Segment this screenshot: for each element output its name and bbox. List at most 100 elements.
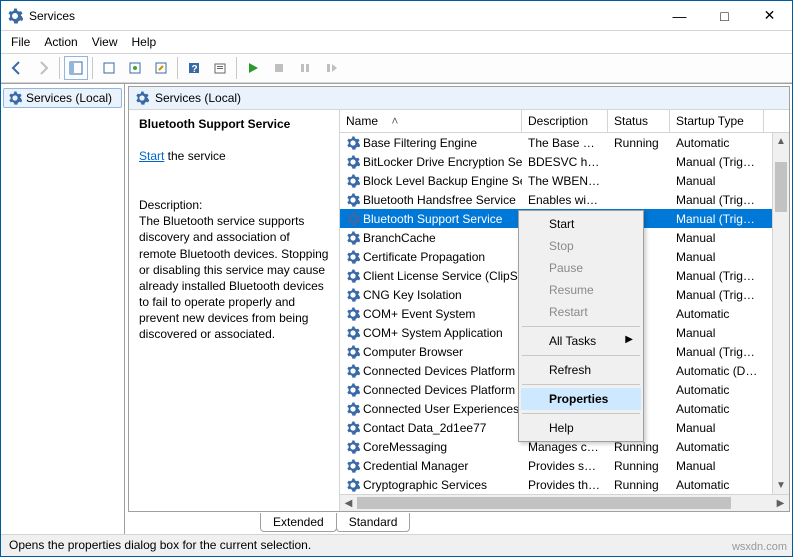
console-tree: Services (Local) xyxy=(1,84,125,534)
horizontal-scrollbar[interactable]: ◀ ▶ xyxy=(340,494,789,511)
service-startup: Manual xyxy=(670,250,764,264)
service-icon xyxy=(346,440,360,454)
ctx-pause: Pause xyxy=(521,257,641,279)
svg-text:?: ? xyxy=(192,64,198,75)
restart-service-button[interactable] xyxy=(319,56,343,80)
help-button[interactable]: ? xyxy=(182,56,206,80)
ctx-help[interactable]: Help xyxy=(521,417,641,439)
nav-label: Services (Local) xyxy=(26,91,112,105)
service-name: Base Filtering Engine xyxy=(363,136,477,150)
service-startup: Automatic xyxy=(670,136,764,150)
service-icon xyxy=(346,383,360,397)
service-name: Block Level Backup Engine Se… xyxy=(363,174,522,188)
refresh-button[interactable] xyxy=(123,56,147,80)
service-icon xyxy=(346,269,360,283)
service-startup: Manual xyxy=(670,421,764,435)
service-name: Connected Devices Platform xyxy=(363,383,515,397)
status-bar: Opens the properties dialog box for the … xyxy=(1,534,792,556)
action-button[interactable] xyxy=(208,56,232,80)
service-icon xyxy=(346,421,360,435)
list-item[interactable]: Credential ManagerProvides se…RunningMan… xyxy=(340,456,789,475)
nav-services-local[interactable]: Services (Local) xyxy=(3,88,122,108)
service-icon xyxy=(346,326,360,340)
column-startup[interactable]: Startup Type xyxy=(670,110,764,132)
column-name[interactable]: Name ˄ xyxy=(340,110,522,132)
start-suffix: the service xyxy=(164,149,225,163)
menu-file[interactable]: File xyxy=(11,35,30,49)
service-desc: The Base Fil… xyxy=(522,136,608,150)
ctx-stop: Stop xyxy=(521,235,641,257)
ctx-properties[interactable]: Properties xyxy=(521,388,641,410)
menu-help[interactable]: Help xyxy=(132,35,157,49)
service-name: CoreMessaging xyxy=(363,440,447,454)
service-name: Bluetooth Support Service xyxy=(363,212,502,226)
column-description[interactable]: Description xyxy=(522,110,608,132)
start-link[interactable]: Start xyxy=(139,149,164,163)
window-title: Services xyxy=(29,9,657,23)
scroll-right-icon[interactable]: ▶ xyxy=(772,498,789,509)
service-name: COM+ System Application xyxy=(363,326,503,340)
service-status: Running xyxy=(608,459,670,473)
ctx-resume: Resume xyxy=(521,279,641,301)
list-header: Name ˄ Description Status Startup Type xyxy=(340,110,789,133)
forward-button[interactable] xyxy=(31,56,55,80)
close-button[interactable]: ✕ xyxy=(747,1,792,30)
service-icon xyxy=(346,307,360,321)
tab-extended[interactable]: Extended xyxy=(260,513,337,532)
service-icon xyxy=(346,212,360,226)
service-name: CNG Key Isolation xyxy=(363,288,462,302)
service-startup: Manual xyxy=(670,326,764,340)
maximize-button[interactable]: □ xyxy=(702,1,747,30)
service-desc: Enables wir… xyxy=(522,193,608,207)
back-button[interactable] xyxy=(5,56,29,80)
service-startup: Manual (Trig… xyxy=(670,269,764,283)
description-label: Description: xyxy=(139,198,202,212)
submenu-arrow-icon: ▶ xyxy=(625,334,633,345)
scroll-left-icon[interactable]: ◀ xyxy=(340,498,357,509)
service-startup: Automatic xyxy=(670,307,764,321)
service-icon xyxy=(346,250,360,264)
list-item[interactable]: BitLocker Drive Encryption Se…BDESVC hos… xyxy=(340,152,789,171)
service-icon xyxy=(346,478,360,492)
service-startup: Automatic xyxy=(670,402,764,416)
show-hide-tree-button[interactable] xyxy=(64,56,88,80)
service-name: Client License Service (ClipSV xyxy=(363,269,522,283)
services-icon xyxy=(135,91,149,105)
service-icon xyxy=(346,193,360,207)
vertical-scrollbar[interactable]: ▲ ▼ xyxy=(772,133,789,494)
export-button[interactable] xyxy=(97,56,121,80)
ctx-refresh[interactable]: Refresh xyxy=(521,359,641,381)
scroll-down-icon[interactable]: ▼ xyxy=(773,477,789,494)
service-icon xyxy=(346,231,360,245)
stop-service-button[interactable] xyxy=(267,56,291,80)
service-startup: Manual xyxy=(670,231,764,245)
sort-indicator-icon: ˄ xyxy=(391,114,398,128)
service-startup: Automatic xyxy=(670,383,764,397)
list-item[interactable]: Base Filtering EngineThe Base Fil…Runnin… xyxy=(340,133,789,152)
tab-standard[interactable]: Standard xyxy=(336,513,411,532)
scrollbar-thumb-h[interactable] xyxy=(357,497,731,509)
column-status[interactable]: Status xyxy=(608,110,670,132)
list-item[interactable]: Block Level Backup Engine Se…The WBENG…M… xyxy=(340,171,789,190)
list-item[interactable]: Bluetooth Handsfree ServiceEnables wir…M… xyxy=(340,190,789,209)
scroll-up-icon[interactable]: ▲ xyxy=(773,133,789,150)
service-name: Contact Data_2d1ee77 xyxy=(363,421,486,435)
properties-button[interactable] xyxy=(149,56,173,80)
pause-service-button[interactable] xyxy=(293,56,317,80)
start-service-button[interactable] xyxy=(241,56,265,80)
service-name: Cryptographic Services xyxy=(363,478,487,492)
minimize-button[interactable]: — xyxy=(657,1,702,30)
ctx-all-tasks[interactable]: All Tasks▶ xyxy=(521,330,641,352)
services-icon xyxy=(7,8,23,24)
menu-view[interactable]: View xyxy=(92,35,118,49)
scrollbar-thumb[interactable] xyxy=(775,162,787,212)
service-name: Connected Devices Platform xyxy=(363,364,515,378)
ctx-start[interactable]: Start xyxy=(521,213,641,235)
service-icon xyxy=(346,155,360,169)
service-icon xyxy=(346,402,360,416)
service-startup: Manual (Trig… xyxy=(670,212,764,226)
list-item[interactable]: Cryptographic ServicesProvides thr…Runni… xyxy=(340,475,789,494)
pane-title: Services (Local) xyxy=(155,91,241,105)
status-text: Opens the properties dialog box for the … xyxy=(9,538,311,552)
menu-action[interactable]: Action xyxy=(44,35,77,49)
